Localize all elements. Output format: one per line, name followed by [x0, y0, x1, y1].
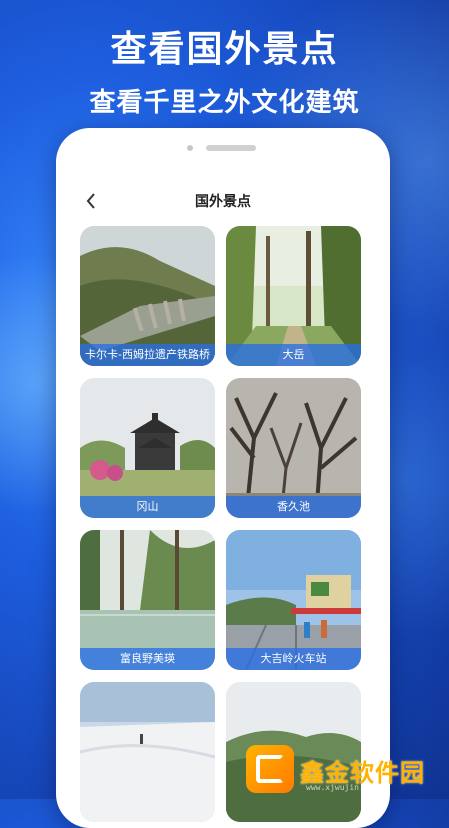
spot-card[interactable]: 富良野美瑛 — [80, 530, 215, 670]
spot-name: 冈山 — [80, 496, 215, 518]
nav-bar: 国外景点 — [56, 186, 390, 216]
watermark-url: www.xjwujin.com — [306, 783, 379, 792]
spot-name: 大吉岭火车站 — [226, 648, 361, 670]
promo-headline: 查看国外景点 — [110, 29, 339, 70]
phone-camera — [187, 145, 193, 151]
spot-card[interactable]: 香久池 — [226, 378, 361, 518]
spot-card[interactable]: 冈山 — [80, 378, 215, 518]
page-title: 国外景点 — [195, 194, 251, 210]
spot-name: 卡尔卡-西姆拉遗产铁路桥 — [80, 344, 215, 366]
spot-card[interactable]: 卡尔卡-西姆拉遗产铁路桥 — [80, 226, 215, 366]
watermark-logo-icon — [246, 745, 294, 793]
spot-name: 香久池 — [226, 496, 361, 518]
spot-name: 大岳 — [226, 344, 361, 366]
spot-name: 富良野美瑛 — [80, 648, 215, 670]
phone-speaker — [206, 145, 256, 151]
phone-frame: 国外景点 卡尔卡-西姆拉遗产铁路桥 大岳 冈山 香久池 富良野美瑛 大吉岭火车站 — [56, 128, 390, 828]
watermark: 鑫金软件园 www.xjwujin.com — [246, 745, 446, 795]
promo-subheadline: 查看千里之外文化建筑 — [89, 88, 360, 118]
spot-card[interactable]: 大吉岭火车站 — [226, 530, 361, 670]
spot-card[interactable]: 大岳 — [226, 226, 361, 366]
spot-card[interactable] — [80, 682, 215, 822]
spot-image — [80, 682, 215, 822]
